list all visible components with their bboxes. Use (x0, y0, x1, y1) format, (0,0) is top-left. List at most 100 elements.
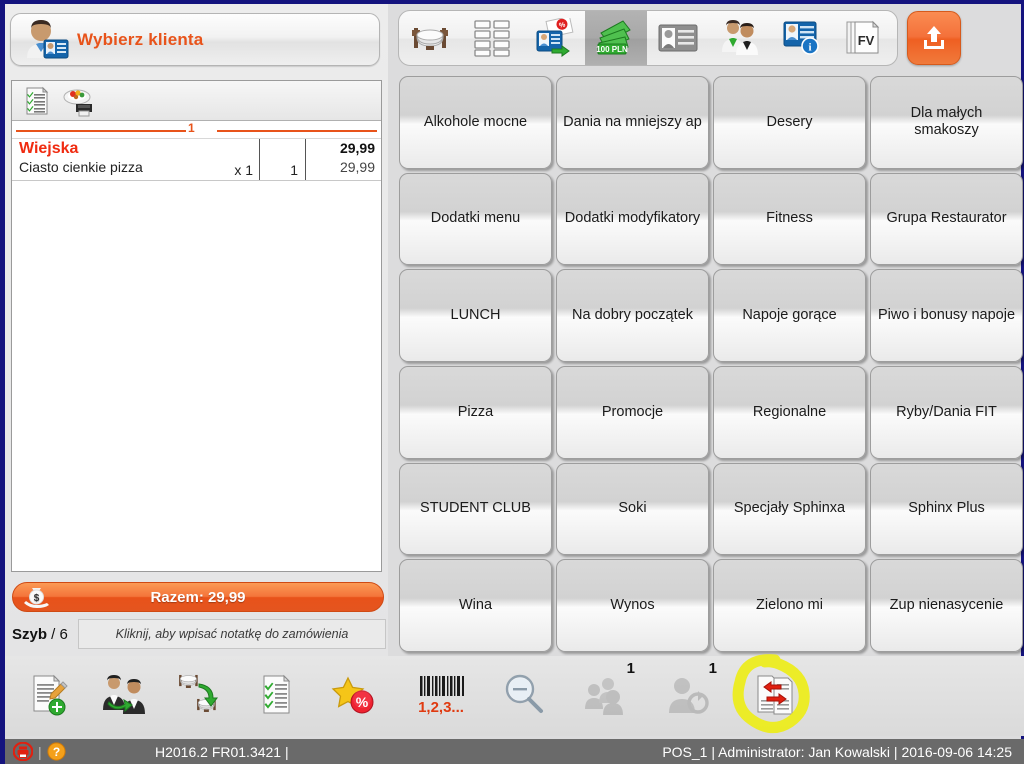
order-group-separator: 1 (12, 121, 381, 139)
svg-text:$: $ (34, 593, 40, 604)
order-item-unit-price: 29,99 (339, 140, 375, 156)
status-bar: | ? H2016.2 FR01.3421 | POS_1 | Administ… (5, 739, 1024, 764)
transfer-waiter-button[interactable] (93, 664, 159, 726)
order-item-line-total: 29,99 (339, 159, 375, 175)
category-button[interactable]: Regionalne (713, 365, 866, 459)
order-list-button[interactable] (245, 664, 311, 726)
staff-button[interactable] (709, 11, 771, 65)
order-shortcut-name: Szyb (12, 625, 48, 643)
category-button[interactable]: Alkohole mocne (399, 76, 552, 169)
document-swap-arrows-icon (757, 675, 793, 715)
new-order-button[interactable] (17, 664, 83, 726)
print-food-icon[interactable] (62, 85, 94, 117)
switch-user-button: 1 (655, 660, 721, 726)
category-button[interactable]: Na dobry początek (556, 269, 709, 362)
customer-avatar-card-icon (17, 16, 71, 63)
search-button[interactable] (492, 664, 558, 726)
group-orders-button: 1 (573, 660, 639, 726)
category-button[interactable]: Wina (399, 559, 552, 652)
category-button[interactable]: Soki (556, 462, 709, 556)
order-note-row: Szyb / 6 Kliknij, aby wpisać notatkę do … (12, 618, 386, 650)
barcode-button[interactable]: 1,2,3... (409, 664, 475, 726)
banknotes-100pln-icon: 100 PLN (596, 20, 631, 55)
assign-customer-button[interactable]: % (523, 11, 585, 65)
order-panel: Wybierz klienta 1 Wiejska Ciasto cienkie… (5, 4, 388, 736)
category-button[interactable]: Fitness (713, 172, 866, 266)
tables-view-button[interactable] (399, 11, 461, 65)
cash-payment-button[interactable]: 100 PLN (585, 11, 647, 65)
category-button[interactable]: Pizza (399, 365, 552, 459)
split-bill-button[interactable] (742, 664, 808, 726)
order-note-input[interactable]: Kliknij, aby wpisać notatkę do zamówieni… (78, 619, 386, 649)
customer-card-button[interactable] (647, 11, 709, 65)
category-button[interactable]: Ryby/Dania FIT (870, 365, 1023, 459)
category-button[interactable]: Dania na mniejszy ap (556, 76, 709, 169)
category-button[interactable]: Specjały Sphinxa (713, 462, 866, 556)
category-button[interactable]: Grupa Restaurator (870, 172, 1023, 266)
id-card-grey-icon (658, 24, 698, 52)
status-bar-icons: | ? (13, 742, 66, 761)
category-button[interactable]: Wynos (556, 559, 709, 652)
magnifier-icon (505, 674, 543, 713)
category-button[interactable]: Zup nienasycenie (870, 559, 1023, 652)
order-item-price-cell: 29,99 29,99 (305, 139, 381, 180)
category-button[interactable]: Dodatki modyfikatory (556, 172, 709, 266)
upload-export-icon (924, 26, 944, 49)
order-shortcut-number: / 6 (47, 625, 68, 643)
session-info-label: POS_1 | Administrator: Jan Kowalski | 20… (662, 743, 1012, 760)
export-button[interactable] (907, 11, 961, 65)
order-empty-area[interactable] (12, 181, 381, 571)
group-people-icon (585, 678, 623, 715)
table-chairs-icon (412, 28, 448, 50)
category-button[interactable]: Sphinx Plus (870, 462, 1023, 556)
transfer-people-icon (103, 675, 145, 714)
category-button[interactable]: Dla małych smakoszy (870, 76, 1023, 169)
select-customer-label: Wybierz klienta (77, 29, 204, 49)
status-separator-1: | (38, 743, 42, 760)
category-button[interactable]: Napoje gorące (713, 269, 866, 362)
category-button[interactable]: LUNCH (399, 269, 552, 362)
move-table-icon (179, 674, 218, 712)
new-order-document-icon (33, 674, 68, 716)
printer-red-icon[interactable] (13, 742, 33, 761)
order-total-label: Razem: 29,99 (150, 588, 246, 606)
category-button[interactable]: Dodatki menu (399, 172, 552, 266)
grid-tables-icon (474, 20, 510, 57)
customer-info-button[interactable]: i (771, 11, 833, 65)
settings-button[interactable] (895, 11, 897, 65)
order-toolbar (12, 81, 381, 121)
category-button[interactable]: Desery (713, 76, 866, 169)
bottom-toolbar: % 1,2,3... 1 1 (5, 656, 1024, 736)
star-percent-icon: % (331, 676, 374, 714)
category-button[interactable]: Piwo i bonusy napoje (870, 269, 1023, 362)
two-people-icon (722, 20, 758, 55)
category-grid: Alkohole mocne Dania na mniejszy ap Desery… (397, 74, 1024, 654)
invoice-button[interactable]: FV (833, 11, 895, 65)
category-button[interactable]: Zielono mi (713, 559, 866, 652)
table-grid-button[interactable] (461, 11, 523, 65)
order-item-name: Wiejska (19, 140, 79, 157)
order-item-description: Ciasto cienkie pizza (19, 159, 143, 175)
svg-text:FV: FV (858, 33, 875, 48)
order-group-number: 1 (188, 121, 195, 135)
checklist-document-icon[interactable] (20, 85, 52, 117)
select-customer-button[interactable]: Wybierz klienta (10, 13, 380, 66)
top-toolbar-group: % 100 PLN i FV (398, 10, 898, 66)
order-item-quantity: 1 (259, 139, 305, 180)
svg-text:?: ? (52, 745, 59, 759)
version-label: H2016.2 FR01.3421 | (155, 743, 289, 760)
order-item-main: Wiejska Ciasto cienkie pizza x 1 (12, 139, 259, 180)
checklist-document-icon (263, 674, 291, 714)
discount-button[interactable]: % (321, 664, 387, 726)
card-info-icon: i (783, 21, 819, 55)
svg-text:1,2,3...: 1,2,3... (418, 699, 464, 716)
category-button[interactable]: STUDENT CLUB (399, 462, 552, 556)
order-receipt-list[interactable]: 1 Wiejska Ciasto cienkie pizza x 1 1 29,… (11, 80, 382, 572)
help-question-icon[interactable]: ? (47, 742, 66, 761)
top-toolbar: % 100 PLN i FV (395, 8, 1023, 70)
table-row[interactable]: Wiejska Ciasto cienkie pizza x 1 1 29,99… (12, 139, 381, 181)
move-table-button[interactable] (169, 664, 235, 726)
order-total-button[interactable]: $ Razem: 29,99 (12, 582, 384, 612)
category-button[interactable]: Promocje (556, 365, 709, 459)
order-shortcut-label: Szyb / 6 (12, 626, 78, 643)
